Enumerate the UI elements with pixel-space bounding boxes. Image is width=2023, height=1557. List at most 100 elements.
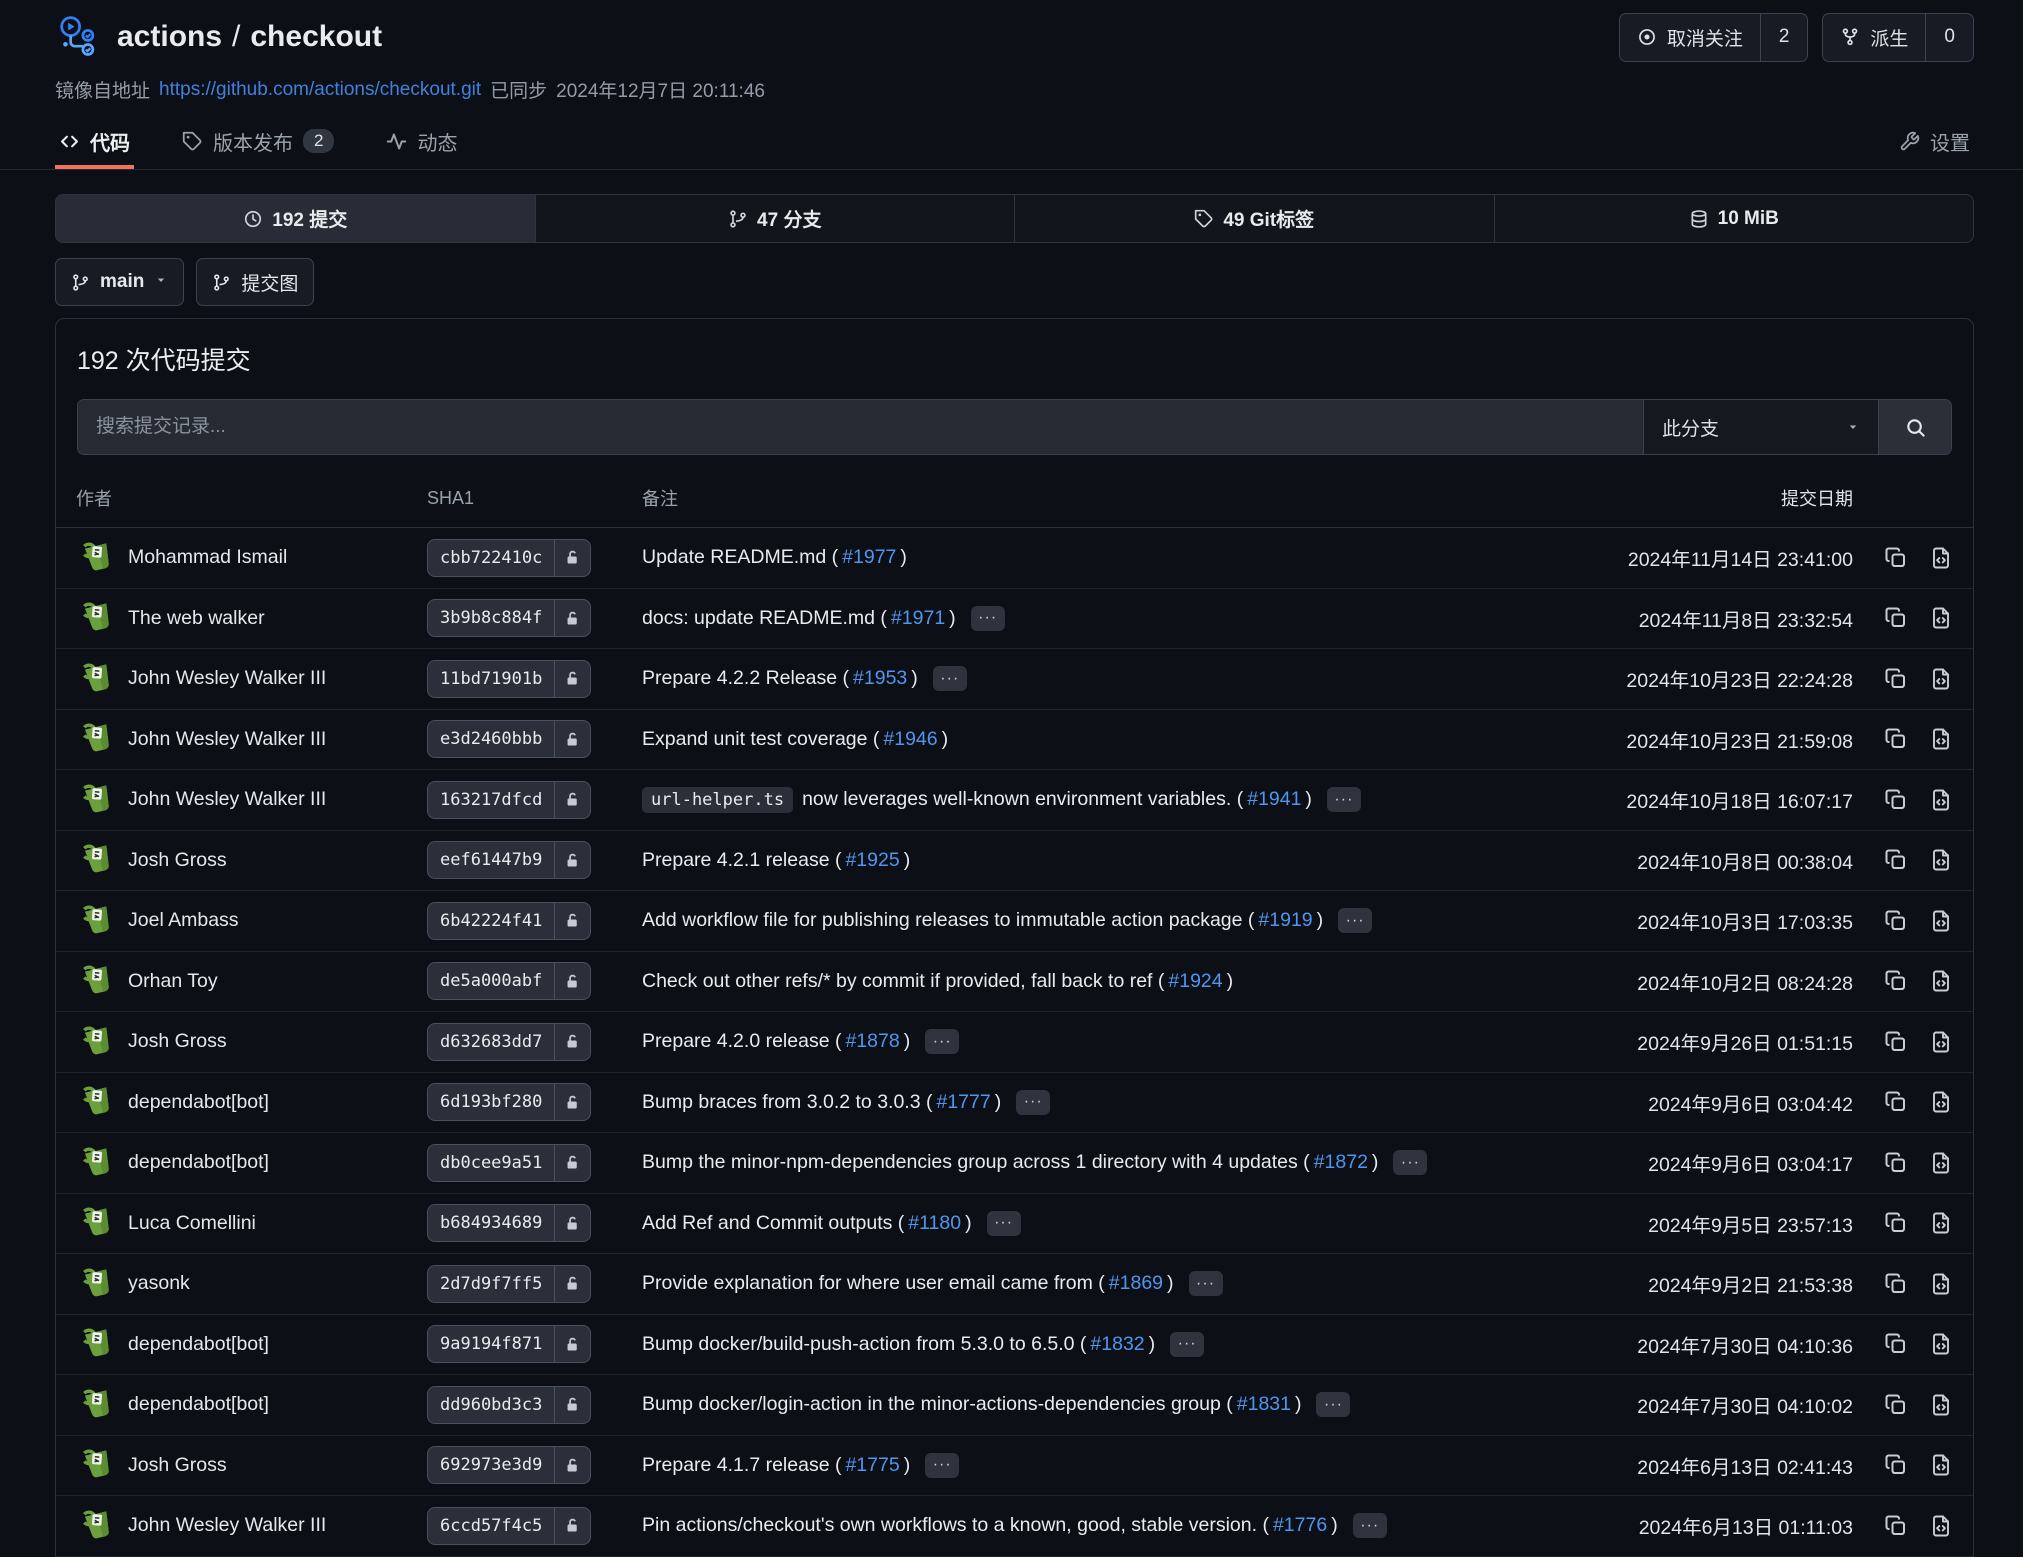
branch-filter-dropdown[interactable]: 此分支 — [1643, 400, 1878, 454]
branch-selector[interactable]: main — [55, 258, 184, 306]
commit-issue-link[interactable]: #1831 — [1237, 1393, 1291, 1416]
user-avatar-teacup[interactable] — [76, 1083, 114, 1121]
tab-releases[interactable]: 版本发布 2 — [178, 113, 338, 169]
commit-author-name[interactable]: John Wesley Walker III — [128, 1514, 326, 1537]
copy-sha-icon[interactable] — [1884, 1453, 1908, 1477]
browse-source-icon[interactable] — [1929, 1211, 1953, 1235]
fork-button[interactable]: 派生 0 — [1822, 13, 1974, 62]
expand-commit-body-button[interactable]: ··· — [933, 666, 967, 691]
commit-issue-link[interactable]: #1941 — [1247, 788, 1301, 811]
tab-settings[interactable]: 设置 — [1895, 113, 1974, 169]
commit-issue-link[interactable]: #1777 — [936, 1091, 990, 1114]
commit-author-name[interactable]: Luca Comellini — [128, 1212, 256, 1235]
copy-sha-icon[interactable] — [1884, 848, 1908, 872]
user-avatar-teacup[interactable] — [76, 599, 114, 637]
user-avatar-teacup[interactable] — [76, 660, 114, 698]
commit-sha-button[interactable]: 2d7d9f7ff5 — [427, 1265, 591, 1303]
user-avatar-teacup[interactable] — [76, 962, 114, 1000]
commit-sha-button[interactable]: dd960bd3c3 — [427, 1386, 591, 1424]
commit-author-name[interactable]: The web walker — [128, 607, 265, 630]
commit-issue-link[interactable]: #1971 — [891, 607, 945, 630]
copy-sha-icon[interactable] — [1884, 546, 1908, 570]
mirror-url-link[interactable]: https://github.com/actions/checkout.git — [159, 79, 481, 101]
user-avatar-teacup[interactable] — [76, 539, 114, 577]
commit-author-name[interactable]: Josh Gross — [128, 1030, 227, 1053]
expand-commit-body-button[interactable]: ··· — [1170, 1332, 1204, 1357]
copy-sha-icon[interactable] — [1884, 1211, 1908, 1235]
commit-author-name[interactable]: John Wesley Walker III — [128, 728, 326, 751]
user-avatar-teacup[interactable] — [76, 1386, 114, 1424]
expand-commit-body-button[interactable]: ··· — [1393, 1150, 1427, 1175]
user-avatar-teacup[interactable] — [76, 1144, 114, 1182]
browse-source-icon[interactable] — [1929, 1332, 1953, 1356]
browse-source-icon[interactable] — [1929, 727, 1953, 751]
browse-source-icon[interactable] — [1929, 788, 1953, 812]
watchers-count[interactable]: 2 — [1760, 14, 1808, 61]
commit-issue-link[interactable]: #1919 — [1258, 909, 1312, 932]
commit-issue-link[interactable]: #1832 — [1090, 1333, 1144, 1356]
expand-commit-body-button[interactable]: ··· — [987, 1211, 1021, 1236]
commit-issue-link[interactable]: #1924 — [1168, 970, 1222, 993]
commit-sha-button[interactable]: 6d193bf280 — [427, 1083, 591, 1121]
expand-commit-body-button[interactable]: ··· — [925, 1453, 959, 1478]
browse-source-icon[interactable] — [1929, 1453, 1953, 1477]
stat-branches[interactable]: 47 分支 — [535, 195, 1015, 242]
copy-sha-icon[interactable] — [1884, 1514, 1908, 1538]
user-avatar-teacup[interactable] — [76, 1023, 114, 1061]
user-avatar-teacup[interactable] — [76, 781, 114, 819]
commit-issue-link[interactable]: #1776 — [1273, 1514, 1327, 1537]
browse-source-icon[interactable] — [1929, 1514, 1953, 1538]
expand-commit-body-button[interactable]: ··· — [1189, 1271, 1223, 1296]
commit-sha-button[interactable]: cbb722410c — [427, 539, 591, 577]
browse-source-icon[interactable] — [1929, 546, 1953, 570]
commit-sha-button[interactable]: 11bd71901b — [427, 660, 591, 698]
expand-commit-body-button[interactable]: ··· — [925, 1029, 959, 1054]
user-avatar-teacup[interactable] — [76, 1446, 114, 1484]
copy-sha-icon[interactable] — [1884, 1090, 1908, 1114]
expand-commit-body-button[interactable]: ··· — [1316, 1392, 1350, 1417]
user-avatar-teacup[interactable] — [76, 720, 114, 758]
commit-sha-button[interactable]: e3d2460bbb — [427, 720, 591, 758]
copy-sha-icon[interactable] — [1884, 727, 1908, 751]
forks-count[interactable]: 0 — [1925, 14, 1973, 61]
commit-author-name[interactable]: dependabot[bot] — [128, 1151, 269, 1174]
browse-source-icon[interactable] — [1929, 1272, 1953, 1296]
commit-sha-button[interactable]: 3b9b8c884f — [427, 599, 591, 637]
expand-commit-body-button[interactable]: ··· — [1016, 1090, 1050, 1115]
copy-sha-icon[interactable] — [1884, 1393, 1908, 1417]
tab-activity[interactable]: 动态 — [382, 113, 461, 169]
copy-sha-icon[interactable] — [1884, 1030, 1908, 1054]
commit-issue-link[interactable]: #1977 — [842, 546, 896, 569]
commit-sha-button[interactable]: db0cee9a51 — [427, 1144, 591, 1182]
copy-sha-icon[interactable] — [1884, 606, 1908, 630]
expand-commit-body-button[interactable]: ··· — [1338, 908, 1372, 933]
repo-avatar-actions-logo[interactable] — [55, 13, 103, 61]
commit-sha-button[interactable]: de5a000abf — [427, 962, 591, 1000]
browse-source-icon[interactable] — [1929, 1090, 1953, 1114]
browse-source-icon[interactable] — [1929, 848, 1953, 872]
expand-commit-body-button[interactable]: ··· — [1353, 1513, 1387, 1538]
copy-sha-icon[interactable] — [1884, 909, 1908, 933]
commit-issue-link[interactable]: #1775 — [845, 1454, 899, 1477]
commit-issue-link[interactable]: #1946 — [883, 728, 937, 751]
commit-issue-link[interactable]: #1953 — [853, 667, 907, 690]
commit-author-name[interactable]: dependabot[bot] — [128, 1393, 269, 1416]
commit-author-name[interactable]: Mohammad Ismail — [128, 546, 287, 569]
copy-sha-icon[interactable] — [1884, 969, 1908, 993]
commit-issue-link[interactable]: #1872 — [1314, 1151, 1368, 1174]
commit-graph-button[interactable]: 提交图 — [196, 258, 314, 306]
copy-sha-icon[interactable] — [1884, 1272, 1908, 1296]
browse-source-icon[interactable] — [1929, 1030, 1953, 1054]
commit-search-input[interactable] — [78, 400, 1643, 454]
user-avatar-teacup[interactable] — [76, 841, 114, 879]
commit-author-name[interactable]: Josh Gross — [128, 1454, 227, 1477]
browse-source-icon[interactable] — [1929, 1151, 1953, 1175]
expand-commit-body-button[interactable]: ··· — [1327, 787, 1361, 812]
user-avatar-teacup[interactable] — [76, 1265, 114, 1303]
commit-sha-button[interactable]: 6b42224f41 — [427, 902, 591, 940]
commit-author-name[interactable]: yasonk — [128, 1272, 190, 1295]
browse-source-icon[interactable] — [1929, 909, 1953, 933]
commit-sha-button[interactable]: 9a9194f871 — [427, 1325, 591, 1363]
commit-author-name[interactable]: John Wesley Walker III — [128, 788, 326, 811]
commit-sha-button[interactable]: d632683dd7 — [427, 1023, 591, 1061]
